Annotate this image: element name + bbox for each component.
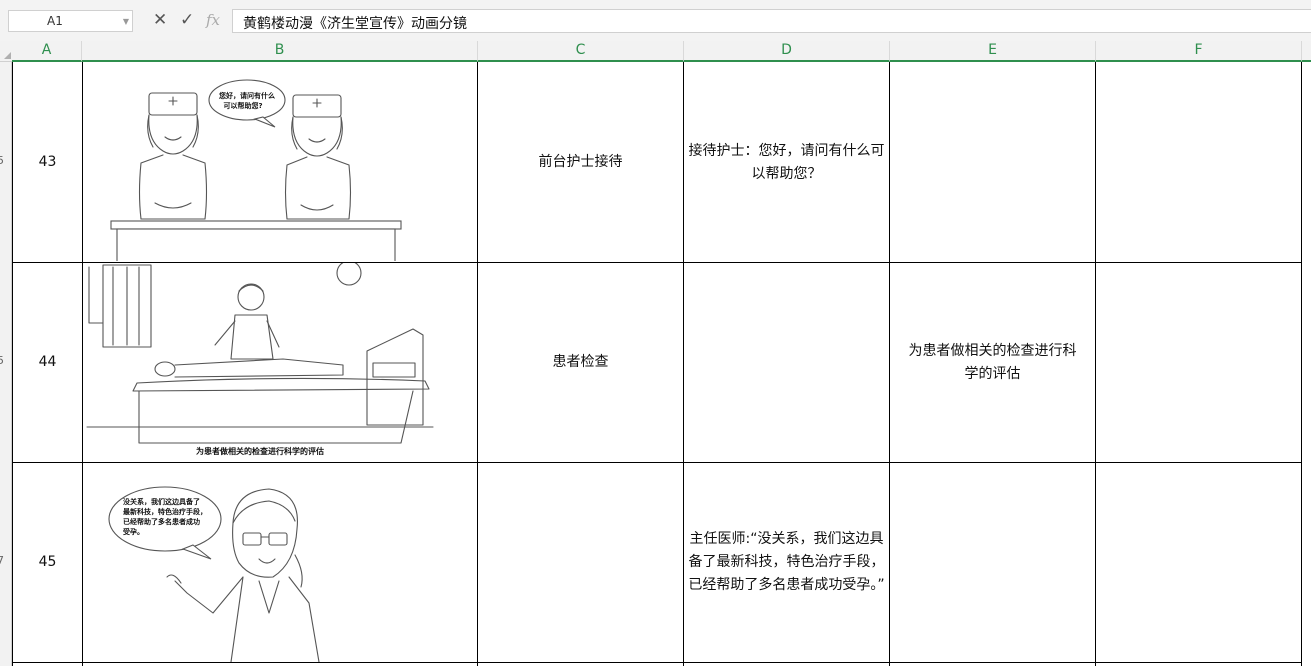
background-cabinets [88,263,362,348]
cell-d44[interactable] [684,263,889,462]
cell-c45[interactable] [478,463,683,662]
formula-input[interactable]: 黄鹤楼动漫《济生堂宣传》动画分镜 [232,9,1311,33]
check-icon[interactable]: ✓ [180,10,194,30]
bubble-line-1: 您好，请问有什么 [219,91,275,100]
fx-icon[interactable]: fx [206,10,220,30]
bubble-line-4: 受孕。 [123,527,144,536]
chevron-down-icon[interactable]: ▼ [123,17,129,26]
cell-d43[interactable]: 接待护士：您好，请问有什么可以帮助您？ [684,63,889,262]
column-header-c[interactable]: C [478,41,684,62]
name-box-value: A1 [47,14,63,28]
cell-d43-text: 接待护士：您好，请问有什么可以帮助您？ [688,142,885,182]
row-header-label: 5 [0,154,4,167]
cell-a44[interactable]: 44 [13,263,82,462]
cell-c44[interactable]: 患者检查 [478,263,683,462]
image-caption: 为患者做相关的检查进行科学的评估 [196,446,324,456]
row-header-45[interactable]: 7 [0,462,12,666]
cell-c43[interactable]: 前台护士接待 [478,63,683,262]
bubble-line-1: 没关系，我们这边具备了 [123,497,200,506]
bubble-line-3: 已经帮助了多名患者成功 [123,517,200,526]
row-header-43[interactable]: 5 [0,62,12,262]
reception-desk [83,220,435,262]
speech-bubble: 您好，请问有什么 可以帮助您? [208,79,286,128]
bubble-line-2: 最新科技，特色治疗手段， [123,507,207,516]
storyboard-image-examination[interactable]: 为患者做相关的检查进行科学的评估 [83,263,477,462]
column-header-g[interactable] [1302,41,1311,62]
cell-d45-text: 主任医师:“没关系，我们这边具备了最新科技，特色治疗手段，已经帮助了多名患者成功… [688,531,885,593]
medical-machine [366,328,424,426]
select-all-corner[interactable] [0,41,12,62]
row-header-label: 7 [0,554,4,567]
cell-f44[interactable] [1096,263,1301,462]
column-header-f[interactable]: F [1096,41,1302,62]
row-header-44[interactable]: 5 [0,262,12,462]
formula-content: 黄鹤楼动漫《济生堂宣传》动画分镜 [243,16,467,32]
cell-f43[interactable] [1096,63,1301,262]
column-header-b[interactable]: B [82,41,478,62]
column-header-d[interactable]: D [684,41,890,62]
storyboard-image-doctor[interactable]: 没关系，我们这边具备了 最新科技，特色治疗手段， 已经帮助了多名患者成功 受孕。 [83,463,477,662]
formula-bar: A1 ▼ ✕ ✓ fx 黄鹤楼动漫《济生堂宣传》动画分镜 [0,0,1311,42]
cell-a45[interactable]: 45 [13,463,82,662]
cell-f45[interactable] [1096,463,1301,662]
nurse-left-figure [138,92,208,220]
patient-on-bed [86,358,434,444]
grid-line [1301,62,1302,666]
nurse-right-figure [284,94,352,220]
cell-d45[interactable]: 主任医师:“没关系，我们这边具备了最新科技，特色治疗手段，已经帮助了多名患者成功… [684,463,889,662]
grid-line [12,662,1302,663]
cell-e45[interactable] [890,463,1095,662]
row-header-label: 5 [0,354,4,367]
close-icon[interactable]: ✕ [153,10,167,30]
cell-a43[interactable]: 43 [13,63,82,262]
cell-e44-text: 为患者做相关的检查进行科学的评估 [908,342,1077,382]
column-header-a[interactable]: A [12,41,82,62]
cell-e44[interactable]: 为患者做相关的检查进行科学的评估 [890,263,1095,462]
name-box[interactable]: A1 ▼ [8,10,133,32]
storyboard-image-nurses[interactable]: 您好，请问有什么 可以帮助您? [83,63,477,262]
cell-e43[interactable] [890,63,1095,262]
column-header-e[interactable]: E [890,41,1096,62]
doctor-figure [214,283,280,360]
speech-bubble: 没关系，我们这边具备了 最新科技，特色治疗手段， 已经帮助了多名患者成功 受孕。 [108,486,222,560]
bubble-line-2: 可以帮助您? [223,101,262,110]
